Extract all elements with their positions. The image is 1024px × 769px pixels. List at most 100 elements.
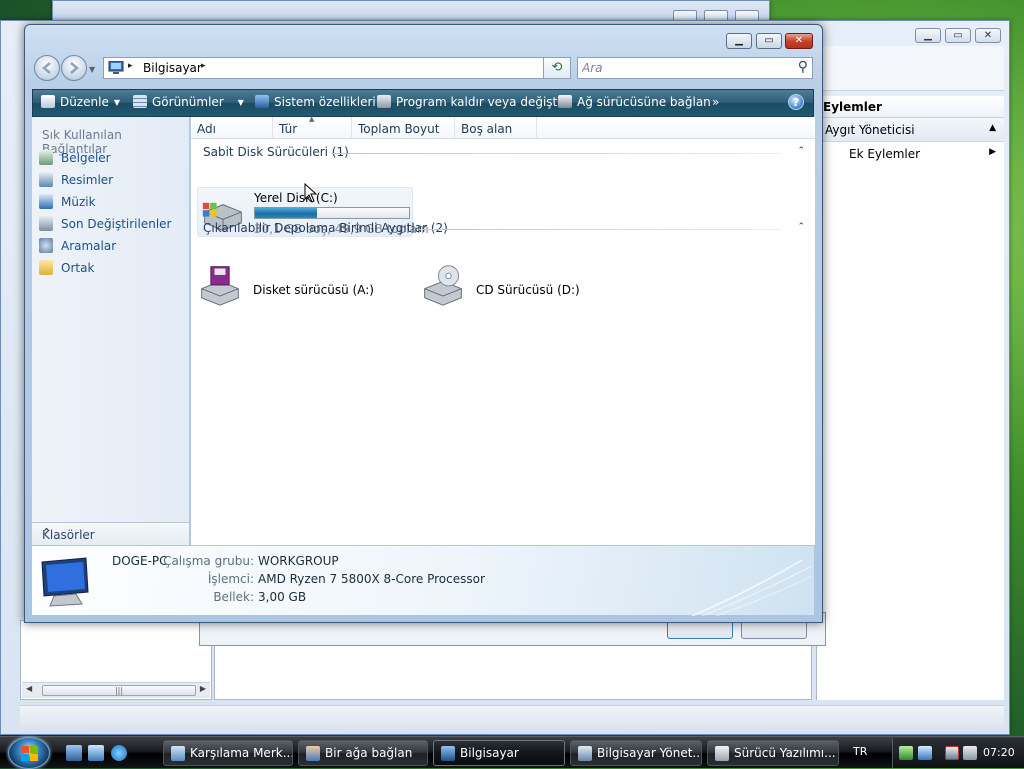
task-driver-software[interactable]: Sürücü Yazılımı... xyxy=(707,740,839,766)
drive-floppy-a[interactable]: Disket sürücüsü (A:) xyxy=(197,263,397,311)
collapse-group-icon[interactable]: ⌃ xyxy=(797,146,805,156)
memory-value: 3,00 GB xyxy=(258,590,307,604)
collapse-group-icon[interactable]: ⌃ xyxy=(797,222,805,232)
network-disconnected-icon[interactable] xyxy=(945,746,959,760)
action-label: Aygıt Yöneticisi xyxy=(825,123,915,137)
task-label: Bilgisayar xyxy=(460,746,519,760)
map-network-drive-button[interactable]: Ağ sürücüsüne bağlan xyxy=(558,95,711,113)
decorative-swoosh xyxy=(692,560,812,616)
favorite-public[interactable]: Ortak xyxy=(39,260,94,278)
computer-icon xyxy=(41,557,89,607)
command-bar: Düzenle ▼ Görünümler ▼ Sistem özellikleri … xyxy=(32,89,814,117)
action-label: Ek Eylemler xyxy=(849,147,921,161)
organize-button[interactable]: Düzenle ▼ xyxy=(41,95,120,113)
refresh-button[interactable]: ⟲ xyxy=(543,57,571,79)
volume-icon[interactable] xyxy=(963,746,977,760)
expand-right-icon[interactable]: ▶ xyxy=(989,147,996,157)
recent-pages-dropdown-icon[interactable]: ▼ xyxy=(89,65,95,74)
internet-explorer-icon[interactable] xyxy=(111,745,127,761)
search-input[interactable] xyxy=(582,60,782,76)
scroll-right-arrow-icon[interactable]: ▶ xyxy=(200,684,206,693)
help-button[interactable]: ? xyxy=(788,94,804,110)
update-icon[interactable] xyxy=(918,746,932,760)
start-button[interactable] xyxy=(8,737,50,769)
favorite-pictures[interactable]: Resimler xyxy=(39,172,113,190)
search-box[interactable]: ⚲ xyxy=(577,57,813,79)
uninstall-program-icon xyxy=(377,95,391,108)
switch-windows-icon[interactable] xyxy=(88,745,104,761)
favorite-searches[interactable]: Aramalar xyxy=(39,238,116,256)
breadcrumb-separator[interactable]: ▸ xyxy=(201,61,206,71)
address-bar[interactable]: ▸ Bilgisayar ▸ ▼ xyxy=(103,57,571,79)
breadcrumb-computer[interactable]: Bilgisayar xyxy=(143,61,202,75)
task-computer-management[interactable]: Bilgisayar Yönet... xyxy=(570,740,702,766)
mgmt-maximize-button[interactable]: ▭ xyxy=(945,28,971,43)
security-shield-icon[interactable] xyxy=(899,746,913,760)
favorite-music[interactable]: Müzik xyxy=(39,194,96,212)
group-header-removable[interactable]: Çıkarılabilir Depolama Birimli Aygıtlar … xyxy=(203,221,448,235)
clock[interactable]: 07:20 xyxy=(983,746,1015,759)
drive-name: CD Sürücüsü (D:) xyxy=(476,283,580,297)
task-computer[interactable]: Bilgisayar xyxy=(433,740,565,766)
language-indicator[interactable]: TR xyxy=(853,745,867,758)
views-button[interactable]: Görünümler ▼ xyxy=(133,95,244,113)
forward-arrow-icon xyxy=(70,62,79,74)
chevron-up-icon[interactable]: ⌃ xyxy=(42,526,181,539)
actions-header: Eylemler xyxy=(817,96,1004,118)
disk-usage-fill xyxy=(255,208,317,218)
background-window-titlebar xyxy=(52,0,770,23)
action-more-actions[interactable]: Ek Eylemler ▶ xyxy=(817,142,1004,166)
back-button[interactable] xyxy=(34,55,60,81)
group-divider xyxy=(419,229,781,230)
favorite-label: Aramalar xyxy=(61,239,117,253)
mgmt-status-bar xyxy=(20,705,1004,727)
drive-name: Disket sürücüsü (A:) xyxy=(253,283,374,297)
views-icon xyxy=(133,95,147,108)
favorite-documents[interactable]: Belgeler xyxy=(39,150,111,168)
breadcrumb-separator[interactable]: ▸ xyxy=(128,61,133,71)
documents-icon xyxy=(39,150,53,165)
windows-logo-icon xyxy=(21,746,38,761)
computer-management-icon xyxy=(578,746,592,761)
organize-icon xyxy=(41,95,55,108)
action-device-manager[interactable]: Aygıt Yöneticisi ▲ xyxy=(817,118,1004,142)
favorite-label: Belgeler xyxy=(61,151,111,165)
mgmt-horizontal-scrollbar[interactable]: ◀ ||| ▶ xyxy=(22,682,210,698)
group-header-hard-disks[interactable]: Sabit Disk Sürücüleri (1) xyxy=(203,145,349,159)
computer-icon xyxy=(441,746,455,761)
forward-button[interactable] xyxy=(61,55,87,81)
mgmt-minimize-button[interactable]: ▁ xyxy=(915,28,941,43)
group-divider xyxy=(331,153,781,154)
workgroup-value: WORKGROUP xyxy=(258,554,339,568)
favorite-label: Son Değiştirilenler xyxy=(61,217,172,231)
scrollbar-thumb[interactable]: ||| xyxy=(42,685,196,696)
column-name[interactable]: Adı xyxy=(191,117,273,139)
more-commands-button[interactable]: » xyxy=(712,95,719,113)
collapse-up-icon[interactable]: ▲ xyxy=(989,123,996,133)
show-desktop-icon[interactable] xyxy=(66,745,82,761)
drive-name: Yerel Disk (C:) xyxy=(254,191,338,205)
maximize-button[interactable]: ▭ xyxy=(756,33,782,49)
minimize-button[interactable]: ▁ xyxy=(726,33,752,49)
mgmt-close-button[interactable]: ✕ xyxy=(975,28,1001,43)
column-total-size[interactable]: Toplam Boyut xyxy=(352,117,455,139)
music-icon xyxy=(39,194,53,209)
scroll-left-arrow-icon[interactable]: ◀ xyxy=(26,684,32,693)
uninstall-program-button[interactable]: Program kaldır veya değiştir xyxy=(377,95,566,113)
search-icon[interactable]: ⚲ xyxy=(798,59,808,75)
system-properties-button[interactable]: Sistem özellikleri xyxy=(255,95,376,113)
mgmt-toolbar xyxy=(822,46,1004,91)
drive-cd-d[interactable]: CD Sürücüsü (D:) xyxy=(420,263,620,311)
task-connect-network[interactable]: Bir ağa bağlan xyxy=(298,740,428,766)
task-label: Sürücü Yazılımı... xyxy=(734,746,836,760)
task-welcome-center[interactable]: Karşılama Merk... xyxy=(163,740,293,766)
favorite-recent[interactable]: Son Değiştirilenler xyxy=(39,216,171,234)
mgmt-center-pane xyxy=(214,640,812,700)
column-free-space[interactable]: Boş alan xyxy=(455,117,537,139)
details-pane: DOGE-PC Çalışma grubu: WORKGROUP İşlemci… xyxy=(32,545,814,616)
close-button[interactable]: ✕ xyxy=(785,33,813,49)
chevron-down-icon: ▼ xyxy=(237,98,244,107)
network-icon xyxy=(306,746,320,761)
column-headers: Adı Tür ▲ Toplam Boyut Boş alan xyxy=(191,115,815,139)
navigation-pane: Sık Kullanılan Bağlantılar Belgeler Resi… xyxy=(32,117,190,545)
